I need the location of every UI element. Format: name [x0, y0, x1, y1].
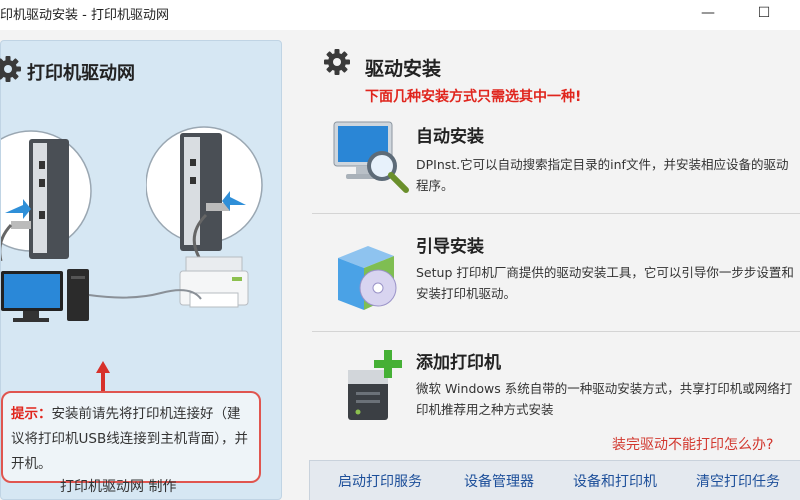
maximize-button[interactable]: ☐	[749, 2, 779, 24]
add-printer-icon	[348, 350, 402, 420]
clear-print-queue-link[interactable]: 清空打印任务	[696, 471, 780, 491]
usb-cable	[88, 289, 202, 300]
tip-box: 提示：安装前请先将打印机连接好（建议将打印机USB线连接到主机背面），并开机。	[1, 391, 261, 483]
cannot-print-help-link[interactable]: 装完驱动不能打印怎么办?	[612, 434, 773, 454]
action-bar: 启动打印服务 设备管理器 设备和打印机 清空打印任务	[309, 460, 800, 500]
left-panel-title: 打印机驱动网	[27, 63, 135, 84]
option-add-printer[interactable]: 添加打印机 微软 Windows 系统自带的一种驱动安装方式，共享打印机或网络打…	[312, 338, 800, 434]
start-print-service-link[interactable]: 启动打印服务	[338, 471, 422, 491]
arrow-up-icon	[96, 361, 110, 395]
option-description: 微软 Windows 系统自带的一种驱动安装方式，共享打印机或网络打印机推荐用之…	[416, 381, 793, 417]
monitor-search-icon	[333, 121, 409, 193]
gear-icon	[324, 49, 350, 75]
option-description: Setup 打印机厂商提供的驱动安装工具，它可以引导你一步步设置和安装打印机驱动…	[416, 265, 794, 301]
option-title: 引导安装	[416, 237, 484, 257]
left-panel: 打印机驱动网 提示：安装前请先将打印机连接好（建议将打印机USB线连接到主机背面…	[0, 40, 282, 500]
installer-window: 印机驱动安装 - 打印机驱动网 — ☐ 打印机驱动网 提示：安装前请先将打印机连…	[0, 0, 800, 500]
option-title: 自动安装	[416, 127, 484, 147]
window-title: 印机驱动安装 - 打印机驱动网	[0, 8, 169, 23]
divider	[312, 331, 800, 332]
option-description: DPInst.它可以自动搜索指定目录的inf文件，并安装相应设备的驱动程序。	[416, 157, 789, 193]
option-title: 添加打印机	[416, 353, 501, 373]
left-footer: 打印机驱动网 制作	[60, 479, 177, 495]
device-manager-link[interactable]: 设备管理器	[464, 471, 534, 491]
minimize-button[interactable]: —	[693, 2, 723, 24]
option-auto-install[interactable]: 自动安装 DPInst.它可以自动搜索指定目录的inf文件，并安装相应设备的驱动…	[312, 112, 800, 212]
right-panel-subtitle: 下面几种安装方式只需选其中一种!	[365, 89, 582, 105]
right-panel-title: 驱动安装	[365, 58, 442, 80]
installer-box-icon	[338, 246, 397, 310]
title-bar: 印机驱动安装 - 打印机驱动网 — ☐	[0, 0, 800, 30]
option-guided-install[interactable]: 引导安装 Setup 打印机厂商提供的驱动安装工具，它可以引导你一步步设置和安装…	[312, 222, 800, 322]
devices-and-printers-link[interactable]: 设备和打印机	[573, 471, 657, 491]
divider	[312, 213, 800, 214]
gear-icon	[0, 56, 21, 82]
tip-label: 提示：	[11, 406, 52, 422]
